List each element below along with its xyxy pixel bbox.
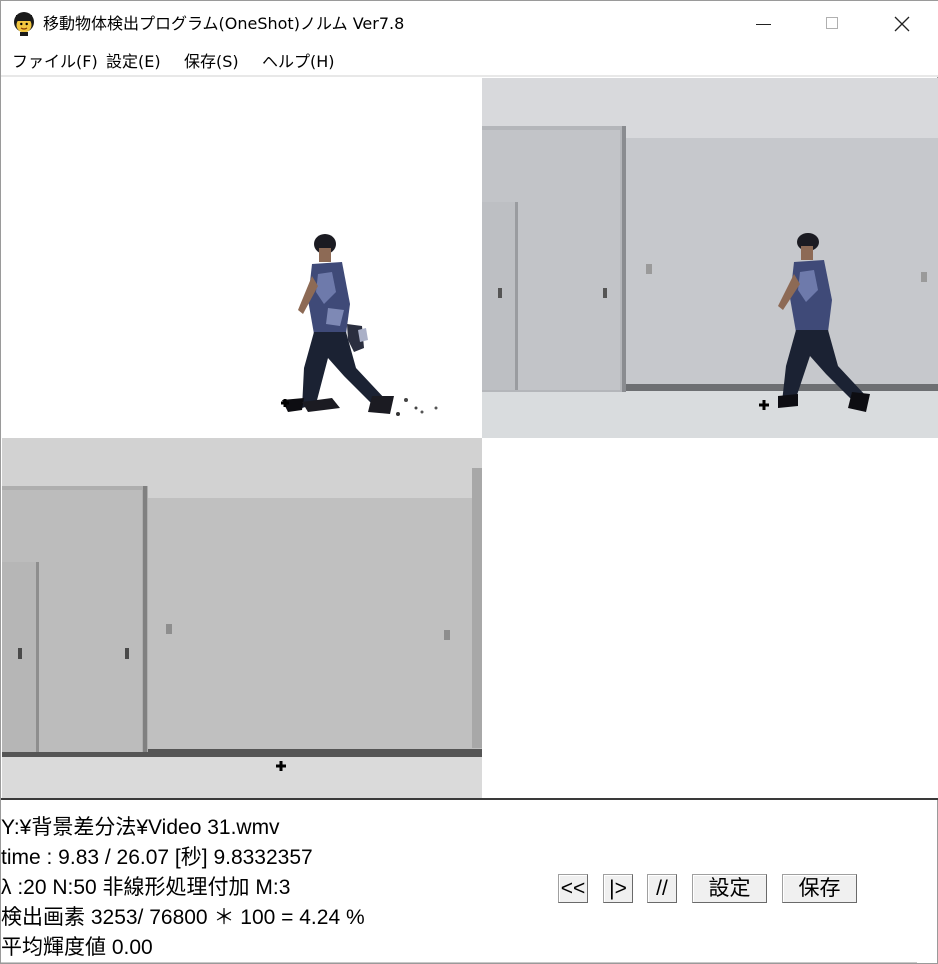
menu-help[interactable]: ヘルプ(H) [262, 52, 335, 72]
face-icon [14, 12, 34, 36]
parameters-label: λ :20 N:50 非線形処理付加 M:3 [1, 876, 291, 899]
close-icon [894, 16, 910, 32]
pause-button[interactable]: // [647, 874, 677, 903]
menu-settings[interactable]: 設定(E) [106, 52, 161, 72]
save-button[interactable]: 保存 [782, 874, 857, 903]
detected-pixels-label: 検出画素 3253/ 76800 ＊ 100 = 4.24 % [1, 906, 365, 929]
foreground-mask-pane [2, 78, 482, 438]
walking-person-silhouette [281, 234, 438, 416]
grayscale-corridor-scene [2, 438, 482, 799]
time-label: time : 9.83 / 26.07 [秒] 9.8332357 [1, 846, 313, 869]
empty-pane [482, 438, 938, 799]
settings-button[interactable]: 設定 [692, 874, 767, 903]
corridor-scene [482, 78, 938, 438]
maximize-button[interactable] [798, 1, 868, 47]
status-divider [1, 962, 917, 963]
app-window: 移動物体検出プログラム(OneShot)ノルム Ver7.8 ファイル(F) 設… [0, 0, 938, 964]
close-button[interactable] [867, 1, 937, 47]
video-path-label: Y:¥背景差分法¥Video 31.wmv [1, 816, 280, 839]
average-luminance-label: 平均輝度値 0.00 [1, 936, 153, 959]
background-frame-pane [2, 438, 482, 799]
window-title: 移動物体検出プログラム(OneShot)ノルム Ver7.8 [43, 14, 405, 33]
menu-save[interactable]: 保存(S) [184, 52, 239, 72]
pane-divider [1, 798, 938, 800]
step-button[interactable]: |> [603, 874, 633, 903]
rewind-button[interactable]: << [558, 874, 588, 903]
menu-file[interactable]: ファイル(F) [12, 52, 98, 72]
color-frame-pane [482, 78, 938, 438]
menu-bar: ファイル(F) 設定(E) 保存(S) ヘルプ(H) [1, 47, 938, 77]
title-bar[interactable]: 移動物体検出プログラム(OneShot)ノルム Ver7.8 [1, 1, 938, 47]
minimize-button[interactable] [729, 1, 799, 47]
